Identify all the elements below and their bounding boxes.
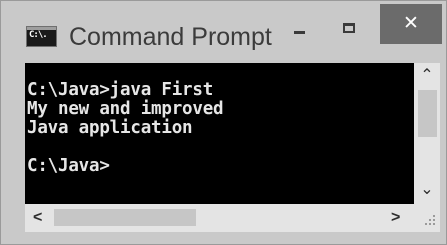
scroll-right-icon[interactable]: > <box>391 209 400 227</box>
scroll-left-icon[interactable]: < <box>33 209 42 227</box>
console-line: My new and improved <box>27 99 224 119</box>
horizontal-scrollbar[interactable]: < > <box>25 204 414 232</box>
grip-dot <box>425 223 427 225</box>
minimize-icon <box>294 31 305 34</box>
maximize-icon <box>343 23 355 33</box>
horizontal-scroll-thumb[interactable] <box>54 209 196 226</box>
resize-grip-icon[interactable] <box>414 204 440 232</box>
grip-dot <box>429 219 431 221</box>
console-line: Java application <box>27 118 193 138</box>
console-output[interactable]: C:\Java>java First My new and improved J… <box>25 63 414 204</box>
grip-dot <box>433 219 435 221</box>
cmd-icon-text: C:\. <box>29 30 48 40</box>
close-icon: ✕ <box>403 12 419 34</box>
console-line: C:\Java>java First <box>27 80 214 100</box>
vertical-scroll-thumb[interactable] <box>418 90 437 137</box>
grip-dot <box>429 223 431 225</box>
command-prompt-window: C:\. Command Prompt ✕ C:\Java>java First… <box>0 0 447 245</box>
console-prompt: C:\Java> <box>27 156 110 176</box>
scroll-down-icon[interactable]: ⌄ <box>414 181 440 199</box>
minimize-button[interactable] <box>276 4 324 44</box>
vertical-scrollbar[interactable]: ⌃ ⌄ <box>414 63 440 204</box>
grip-dot <box>433 223 435 225</box>
grip-dot <box>433 215 435 217</box>
title-bar[interactable]: C:\. Command Prompt ✕ <box>1 1 446 63</box>
maximize-button[interactable] <box>324 4 376 44</box>
cmd-icon[interactable]: C:\. <box>26 26 57 47</box>
close-button[interactable]: ✕ <box>380 4 442 44</box>
scroll-up-icon[interactable]: ⌃ <box>414 67 440 85</box>
window-title: Command Prompt <box>69 23 272 51</box>
